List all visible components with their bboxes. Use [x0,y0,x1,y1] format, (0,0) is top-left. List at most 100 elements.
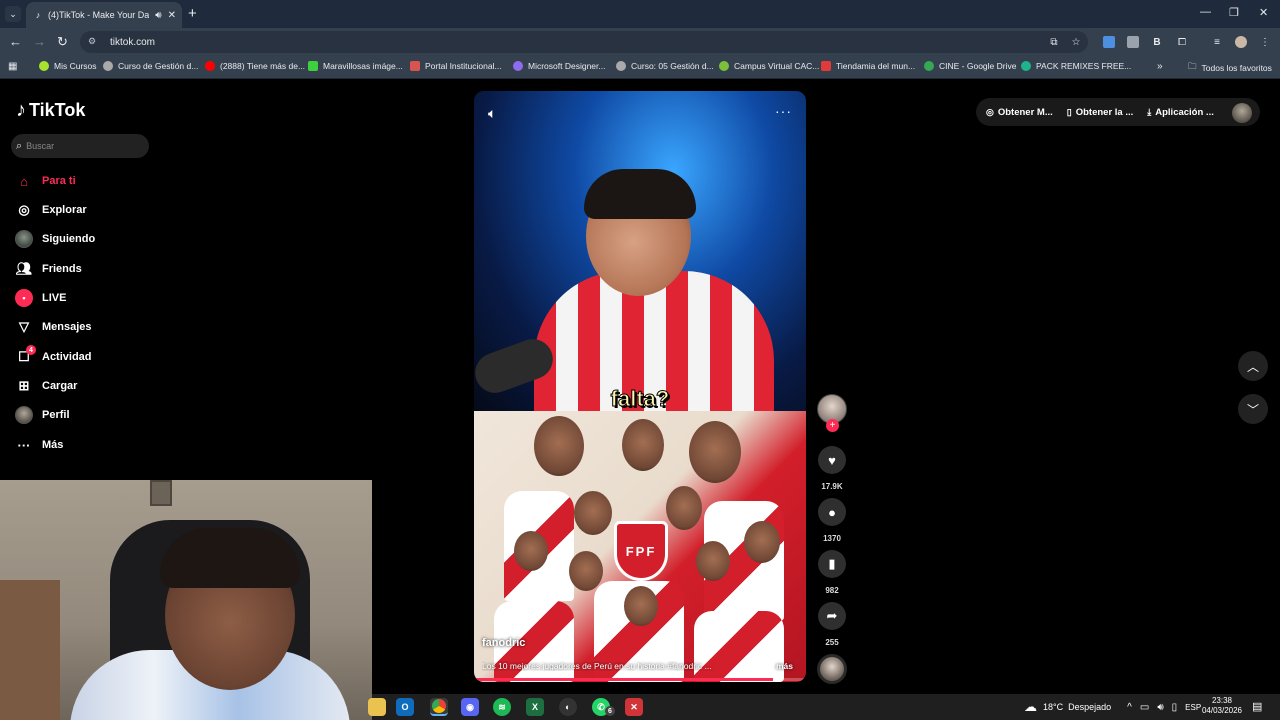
weather-text[interactable]: 18°C Despejado [1043,702,1111,712]
phone-icon: ▯ [1066,106,1072,117]
browser-tab-bar: ⌄ ♪ (4)TikTok - Make Your Day 🔊︎ ✕ + — ❐… [0,0,1280,28]
sidebar-item-siguiendo[interactable]: Siguiendo [15,230,95,248]
bookmark-favicon-icon [616,61,626,71]
follow-plus-icon[interactable]: + [826,419,839,432]
install-app-icon[interactable]: ⧉ [1048,36,1060,48]
discord-icon[interactable]: ◉ [461,698,479,716]
extension-2-icon[interactable] [1127,36,1139,48]
window-close-icon[interactable]: ✕ [1259,6,1268,19]
like-button[interactable]: ♥ [818,446,846,474]
bookmark-label: Curso: 05 Gestión d... [631,61,714,71]
video-player[interactable]: FPF falta? 🔈︎ ··· fanodric Los 10 mejore… [474,91,806,682]
network-icon[interactable]: ▭ [1140,702,1149,713]
bookmark-item[interactable]: (2888) Tiene más de... [205,61,305,71]
tray-overflow-icon[interactable]: ^ [1127,702,1132,713]
forward-icon[interactable]: → [33,34,46,49]
volume-icon[interactable]: 🔈︎ [488,105,496,122]
reload-icon[interactable]: ↻ [57,34,68,50]
tab-search-button[interactable]: ⌄ [5,6,21,22]
bookmark-item[interactable]: CINE - Google Drive [924,61,1016,71]
restore-icon[interactable]: ❐ [1229,6,1239,19]
back-icon[interactable]: ← [9,34,22,49]
bookmark-item[interactable]: Campus Virtual CAC... [719,61,819,71]
search-input[interactable]: ⌕ Buscar [11,134,149,158]
obs-icon[interactable]: ◐ [559,698,577,716]
sidebar-item-mensajes[interactable]: ▽ Mensajes [15,318,92,336]
chrome-profile-avatar[interactable] [1235,36,1247,48]
app-red-icon[interactable]: ✕ [625,698,643,716]
battery-icon[interactable]: ▯ [1172,702,1178,713]
bookmark-item[interactable]: Portal Institucional... [410,61,502,71]
next-video-button[interactable]: ﹀ [1238,394,1268,424]
bookmark-favicon-icon [1021,61,1031,71]
activity-badge: 4 [26,345,36,355]
volume-tray-icon[interactable]: 🔊︎ [1157,702,1163,713]
tiktok-logo[interactable]: ♪ TikTok [16,99,85,122]
search-icon: ⌕ [16,139,23,152]
outlook-icon[interactable]: O [396,698,414,716]
browser-tab[interactable]: ♪ (4)TikTok - Make Your Day 🔊︎ ✕ [26,2,182,28]
extension-b-icon[interactable]: B [1151,36,1163,48]
new-tab-button[interactable]: + [188,5,197,22]
file-explorer-icon[interactable] [368,698,386,716]
tab-close-icon[interactable]: ✕ [168,10,176,21]
desktop-app-button[interactable]: ⤓ Aplicación ... [1147,107,1214,118]
taskbar-clock[interactable]: 23:38 04/03/2026 [1200,696,1244,716]
comment-count: 1370 [823,534,841,543]
bookmarks-overflow-icon[interactable]: » [1157,61,1163,72]
sidebar-item-label: LIVE [42,292,67,304]
video-progress-bar[interactable] [474,678,806,681]
all-bookmarks-folder[interactable]: 🗀︎ Todos los favoritos [1188,61,1272,75]
get-coins-button[interactable]: ◎ Obtener M... [986,107,1053,118]
sidebar-item-cargar[interactable]: ⊞ Cargar [15,377,78,395]
spotify-icon[interactable]: ≋ [493,698,511,716]
sidebar-item-para-ti[interactable]: ⌂ Para ti [15,172,76,190]
bookmark-item[interactable]: Microsoft Designer... [513,61,605,71]
profile-avatar-button[interactable] [1232,103,1252,123]
comment-button[interactable]: ● [818,498,846,526]
language-indicator[interactable]: ESP [1185,703,1201,712]
apps-grid-icon[interactable]: ▦ [8,61,17,72]
sidebar-item-live[interactable]: ▪ LIVE [15,289,66,307]
sidebar-item-mas[interactable]: ··· Más [15,436,64,454]
more-options-icon[interactable]: ··· [775,103,792,119]
bookmark-item[interactable]: PACK REMIXES FREE... [1021,61,1131,71]
music-disc-avatar[interactable] [817,654,847,684]
minimize-icon[interactable]: — [1200,6,1211,18]
address-bar[interactable]: ⚙ tiktok.com [80,31,1088,53]
whatsapp-icon[interactable]: ✆ 6 [592,698,615,716]
notifications-icon[interactable]: ▤ [1252,700,1262,713]
extensions-puzzle-icon[interactable]: ⧠ [1176,36,1188,48]
chrome-taskbar-icon[interactable] [430,698,448,716]
extension-1-icon[interactable] [1103,36,1115,48]
activity-icon: ☐ 4 [15,345,36,366]
site-info-icon[interactable]: ⚙ [88,36,100,48]
sidebar-item-friends[interactable]: 👥︎ Friends [15,260,82,278]
top-actions-bar: ◎ Obtener M... ▯ Obtener la ... ⤓ Aplicació… [976,98,1260,126]
share-button[interactable]: ➦ [818,602,846,630]
all-bookmarks-label: Todos los favoritos [1201,63,1272,73]
previous-video-button[interactable]: ︿ [1238,351,1268,381]
bookmark-favicon-icon [308,61,318,71]
save-button[interactable]: ▮ [818,550,846,578]
chevron-down-icon: ﹀ [1246,402,1259,417]
tab-audio-icon[interactable]: 🔊︎ [155,10,161,21]
get-app-button[interactable]: ▯ Obtener la ... [1067,107,1134,118]
sidebar-item-actividad[interactable]: ☐ 4 Actividad [15,345,92,366]
media-controls-icon[interactable]: ≡ [1211,36,1223,48]
video-author[interactable]: fanodric [482,637,525,649]
see-more-link[interactable]: más [776,661,793,671]
bookmark-item[interactable]: Curso de Gestión d... [103,61,198,71]
bookmark-item[interactable]: Mis Cursos [39,61,97,71]
google-drive-favicon-icon [924,61,934,71]
excel-icon[interactable]: X [526,698,544,716]
sidebar-item-perfil[interactable]: Perfil [15,406,70,424]
chrome-menu-icon[interactable]: ⋮ [1259,36,1271,48]
sidebar-item-explorar[interactable]: ◎ Explorar [15,201,86,219]
bookmark-item[interactable]: Curso: 05 Gestión d... [616,61,714,71]
tab-title: (4)TikTok - Make Your Day [48,10,150,20]
bookmark-label: Tiendamia del mun... [836,61,916,71]
bookmark-item[interactable]: Tiendamia del mun... [821,61,915,71]
bookmark-item[interactable]: Maravillosas imáge... [308,61,403,71]
bookmark-star-icon[interactable]: ☆ [1070,36,1082,48]
